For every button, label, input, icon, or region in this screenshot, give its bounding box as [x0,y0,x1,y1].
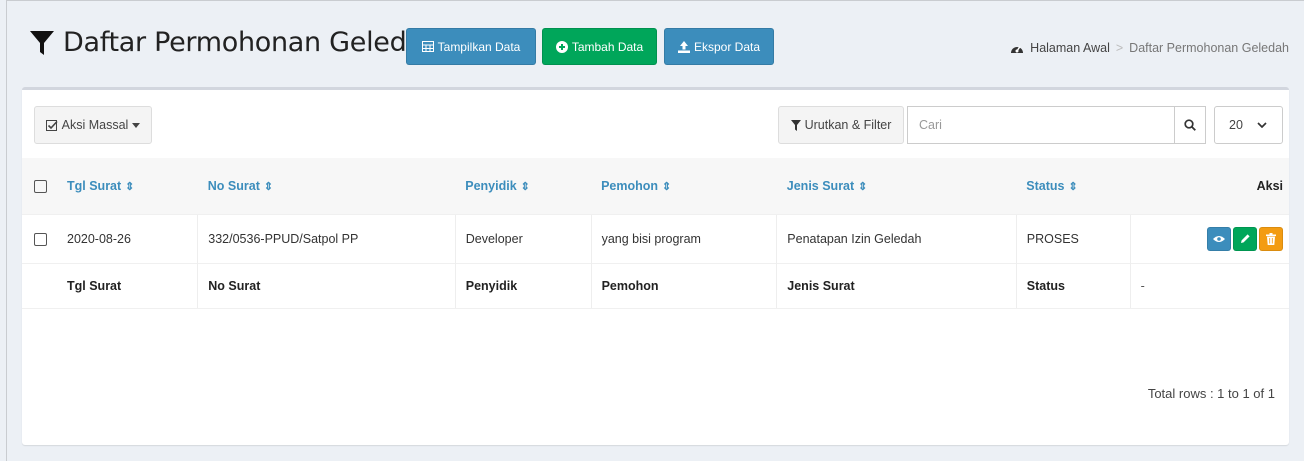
sort-icon: ⇕ [858,180,868,193]
th-tgl-surat-label: Tgl Surat [67,178,122,193]
th-tgl-surat[interactable]: Tgl Surat ⇕ [57,158,198,214]
add-data-button[interactable]: Tambah Data [542,28,657,65]
delete-button[interactable] [1259,226,1283,251]
th-no-surat[interactable]: No Surat ⇕ [198,158,455,214]
cell-tgl-surat: 2020-08-26 [57,213,198,263]
th-status-label: Status [1026,178,1065,193]
plus-circle-icon [555,40,568,53]
footer-empty-cell [22,262,57,309]
cell-status: PROSES [1015,213,1131,263]
th-aksi: Aksi [1256,178,1283,193]
breadcrumb-separator: > [1115,41,1124,55]
eye-icon [1213,235,1225,242]
row-actions [1141,226,1283,251]
check-square-icon [45,119,58,131]
filter-icon [790,119,801,131]
add-data-label: Tambah Data [571,39,644,54]
th-penyidik[interactable]: Penyidik ⇕ [455,158,591,214]
sort-filter-label: Urutkan & Filter [804,118,892,132]
footer-no-surat: No Surat [197,262,456,309]
cell-actions [1129,213,1289,263]
row-select-cell [22,213,57,263]
footer-jenis-surat: Jenis Surat [776,262,1017,309]
th-pemohon-label: Pemohon [601,178,659,193]
th-pemohon[interactable]: Pemohon ⇕ [591,158,777,214]
breadcrumb-current: Daftar Permohonan Geledah [1129,41,1289,55]
footer-status: Status [1015,262,1131,309]
table-icon [421,41,434,52]
bulk-action-button[interactable]: Aksi Massal [34,106,152,144]
caret-down-icon [132,122,141,128]
page-size-value: 20 [1229,118,1243,132]
chevron-down-icon [1257,122,1267,128]
table-footer-row: Tgl Surat No Surat Penyidik Pemohon Jeni… [22,262,1289,309]
footer-tgl-surat: Tgl Surat [57,262,198,309]
search-button[interactable] [1174,106,1206,144]
sort-icon: ⇕ [520,180,530,193]
bulk-action-label: Aksi Massal [61,118,129,132]
footer-pemohon: Pemohon [590,262,777,309]
th-status[interactable]: Status ⇕ [1016,158,1130,214]
edit-button[interactable] [1233,226,1257,251]
select-all-checkbox[interactable] [34,179,47,193]
show-data-label: Tampilkan Data [437,39,521,54]
view-button[interactable] [1207,226,1231,251]
th-jenis-surat-label: Jenis Surat [786,178,855,193]
upload-icon [677,40,690,53]
breadcrumb: Halaman Awal > Daftar Permohonan Geledah [1010,41,1289,55]
th-no-surat-label: No Surat [207,178,260,193]
sort-icon: ⇕ [125,180,135,193]
total-rows: Total rows : 1 to 1 of 1 [1147,386,1275,401]
table-header-row: Tgl Surat ⇕ No Surat ⇕ Penyidik ⇕ Pemohon ⇕ … [22,158,1289,214]
cell-penyidik: Developer [454,213,592,263]
table-row: 2020-08-26 332/0536-PPUD/Satpol PP Devel… [22,213,1289,263]
pencil-icon [1240,234,1250,243]
select-all-cell [22,158,57,214]
show-data-button[interactable]: Tampilkan Data [406,28,536,65]
export-data-button[interactable]: Ekspor Data [664,28,774,65]
export-data-label: Ekspor Data [693,39,761,54]
sort-icon: ⇕ [1068,180,1078,193]
filter-icon [30,30,54,55]
sort-icon: ⇕ [263,180,274,193]
search-icon [1184,119,1196,131]
row-checkbox[interactable] [34,232,47,246]
data-box: Aksi Massal Urutkan & Filter Cari 20 Tgl… [22,87,1289,445]
data-table: Tgl Surat ⇕ No Surat ⇕ Penyidik ⇕ Pemohon ⇕ … [22,158,1289,309]
cell-no-surat: 332/0536-PPUD/Satpol PP [197,213,456,263]
content-wrapper: Daftar Permohonan Geledah Tampilkan Data… [6,0,1304,461]
footer-penyidik: Penyidik [454,262,592,309]
footer-aksi: - [1129,262,1289,309]
th-jenis-surat[interactable]: Jenis Surat ⇕ [777,158,1017,214]
sort-filter-button[interactable]: Urutkan & Filter [778,106,904,144]
search-placeholder: Cari [919,118,942,132]
breadcrumb-home[interactable]: Halaman Awal [1030,41,1110,55]
dashboard-icon [1011,46,1024,53]
cell-pemohon: yang bisi program [590,213,777,263]
cell-jenis-surat: Penatapan Izin Geledah [776,213,1017,263]
th-penyidik-label: Penyidik [465,178,517,193]
trash-icon [1266,232,1276,245]
content-header: Daftar Permohonan Geledah Tampilkan Data… [7,1,1304,87]
page-title-text: Daftar Permohonan Geledah [63,27,440,58]
page-size-select[interactable]: 20 [1214,106,1283,144]
search-input[interactable]: Cari [907,106,1174,144]
page-title: Daftar Permohonan Geledah [29,27,440,58]
sort-icon: ⇕ [662,180,672,193]
